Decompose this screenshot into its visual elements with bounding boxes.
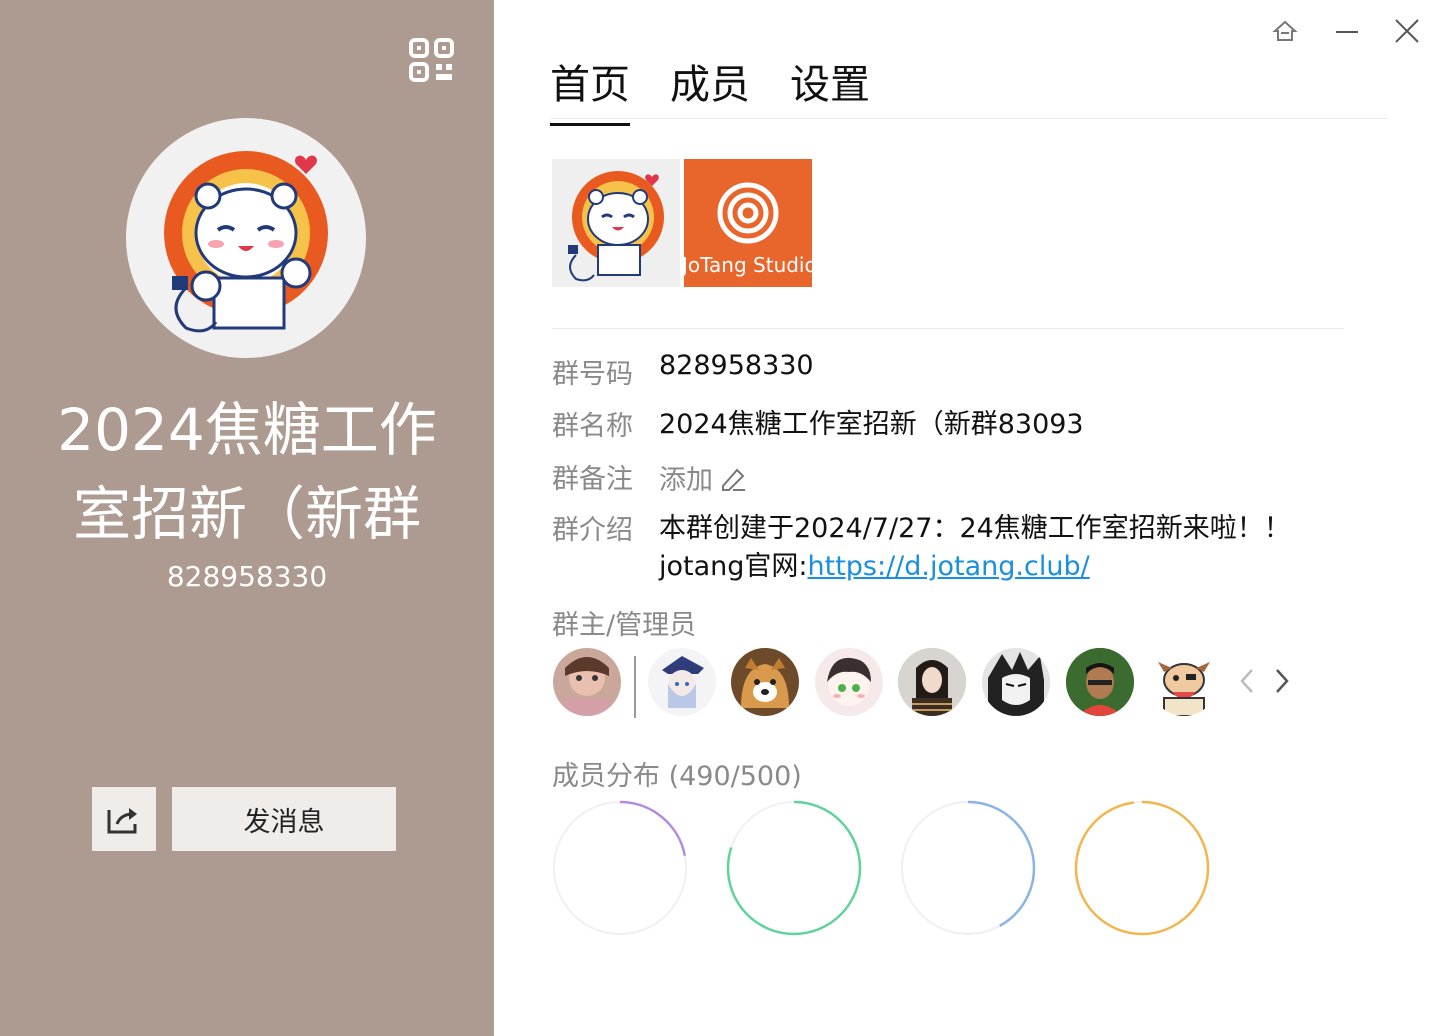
tab-divider [550,118,1388,119]
group-title: 2024焦糖工作室招新（新群 [57,396,437,548]
admin-avatar-7[interactable] [1066,648,1134,716]
admin-avatar-2[interactable] [648,648,716,716]
edit-pencil-icon [722,468,745,491]
group-note-label: 群备注 [552,464,633,495]
bear-mascot-thumbnail [568,171,664,282]
minimize-icon [1336,31,1358,33]
distribution-ring-4[interactable] [1074,800,1210,936]
studio-label: JoTang Studio [684,253,812,277]
share-button[interactable] [92,787,156,851]
admins-section-title: 群主/管理员 [552,610,697,641]
share-icon [107,808,137,834]
admin-avatar-5[interactable] [898,648,966,716]
send-message-button[interactable]: 发消息 [172,787,396,851]
admin-avatar-4[interactable] [815,648,883,716]
add-note-button[interactable]: 添加 [659,458,747,497]
admin-avatar-1[interactable] [553,648,621,716]
pin-window-button[interactable] [1270,16,1300,46]
owner-divider [634,656,636,718]
distribution-ring-2[interactable] [726,800,862,936]
tab-bar: 首页 成员 设置 [550,52,870,126]
pin-icon [1272,20,1298,41]
ring-progress [1074,800,1210,936]
distribution-ring-1[interactable] [552,800,688,936]
group-number-label: 群号码 [552,359,633,390]
chevron-right-icon[interactable] [1272,666,1292,696]
qr-code-icon[interactable] [408,37,456,83]
group-avatar[interactable] [126,118,366,358]
admin-avatar-6[interactable] [982,648,1050,716]
group-id: 828958330 [166,560,328,593]
section-divider [552,328,1344,329]
tab-home[interactable]: 首页 [550,52,630,126]
close-button[interactable] [1392,16,1422,46]
album-photo-bear[interactable] [552,159,680,287]
add-note-text: 添加 [659,465,713,496]
distribution-ring-3[interactable] [900,800,1036,936]
tab-settings[interactable]: 设置 [790,52,870,122]
chevron-left-icon[interactable] [1237,666,1257,696]
minimize-button[interactable] [1332,16,1362,46]
album-photo-jotang[interactable]: JoTang Studio [684,159,812,287]
group-name-value: 2024焦糖工作室招新（新群83093 [659,409,1084,440]
group-intro-line1: 本群创建于2024/7/27：24焦糖工作室招新来啦！！ [659,513,1291,544]
member-distribution-title: 成员分布 (490/500) [552,761,802,792]
group-intro-label: 群介绍 [552,515,633,546]
admin-avatar-3[interactable] [731,648,799,716]
group-intro-prefix: jotang官网: [659,551,808,582]
bear-mascot-image [164,151,328,333]
admin-avatar-8[interactable] [1150,648,1218,716]
website-link[interactable]: https://d.jotang.club/ [808,551,1090,582]
close-icon [1395,19,1419,43]
group-profile-panel: 2024焦糖工作室招新（新群 828958330 发消息 [0,0,494,1036]
group-number-value: 828958330 [659,350,814,381]
group-name-label: 群名称 [552,411,633,442]
tab-members[interactable]: 成员 [670,52,750,122]
group-intro-line2: jotang官网:https://d.jotang.club/ [659,544,1090,583]
